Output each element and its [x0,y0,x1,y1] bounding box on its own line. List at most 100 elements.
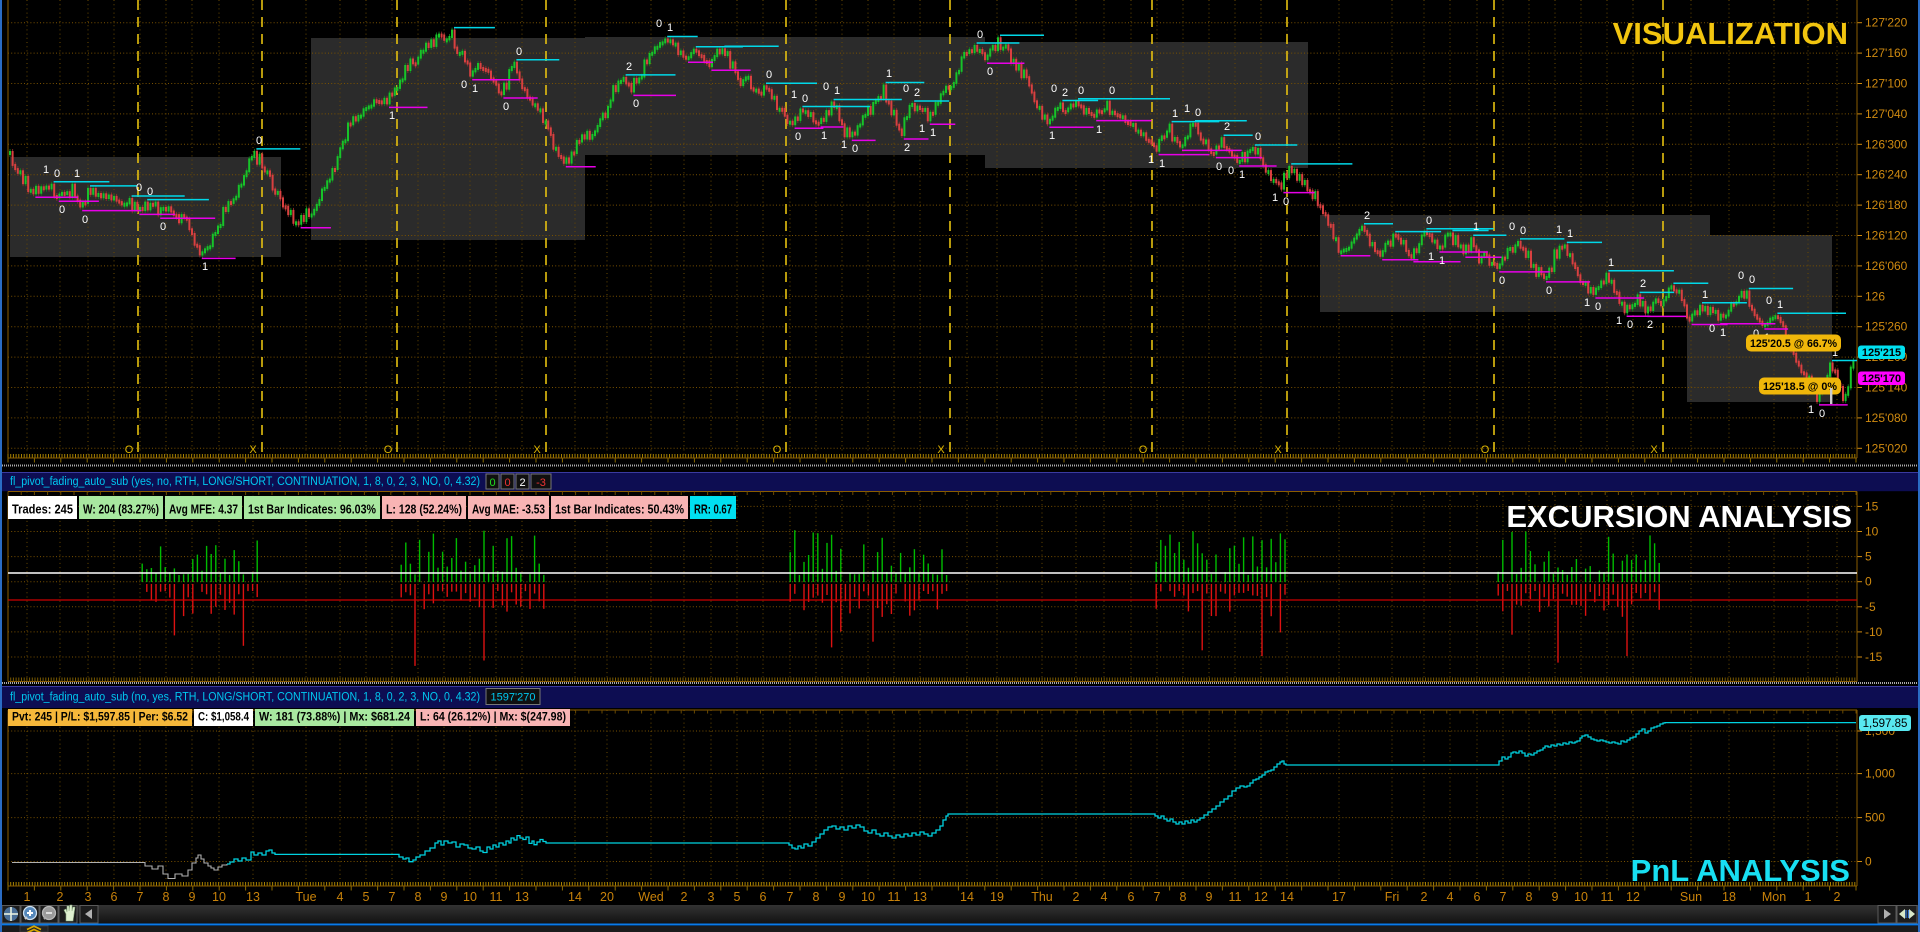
svg-text:2: 2 [626,61,632,73]
svg-text:1: 1 [821,130,827,142]
svg-text:1: 1 [1702,289,1708,301]
svg-text:0: 0 [256,135,262,147]
svg-text:W: 204 (83.27%): W: 204 (83.27%) [83,502,159,517]
svg-text:127'100: 127'100 [1865,77,1908,91]
svg-text:0: 0 [147,186,153,198]
svg-text:125'020: 125'020 [1865,441,1908,455]
svg-text:1: 1 [74,168,80,180]
svg-text:0: 0 [1216,161,1222,173]
svg-text:1: 1 [389,110,395,122]
svg-text:1st Bar Indicates: 96.03%: 1st Bar Indicates: 96.03% [248,502,376,517]
svg-text:2: 2 [681,890,688,904]
svg-text:126: 126 [1865,289,1885,303]
svg-text:0: 0 [823,81,829,93]
svg-text:1: 1 [1584,297,1590,309]
svg-text:1: 1 [841,139,847,151]
svg-text:0: 0 [489,477,495,489]
svg-text:2: 2 [1640,278,1646,290]
svg-text:11: 11 [490,890,503,904]
svg-text:6: 6 [1128,890,1135,904]
svg-text:0: 0 [461,79,467,91]
svg-text:1: 1 [202,261,208,273]
svg-text:11: 11 [1601,890,1614,904]
svg-text:9: 9 [189,890,196,904]
svg-text:7: 7 [137,890,144,904]
svg-text:1: 1 [930,127,936,139]
svg-text:10: 10 [212,890,226,904]
svg-text:9: 9 [441,890,448,904]
svg-text:7: 7 [389,890,396,904]
svg-text:Sun: Sun [1680,890,1702,904]
svg-text:14: 14 [568,890,582,904]
svg-text:1: 1 [24,890,31,904]
svg-text:0: 0 [903,83,909,95]
svg-text:125'20.5 @ 66.7%: 125'20.5 @ 66.7% [1750,338,1837,350]
svg-text:0: 0 [1546,285,1552,297]
svg-text:VISUALIZATION: VISUALIZATION [1613,16,1848,51]
svg-text:fl_pivot_fading_auto_sub (yes,: fl_pivot_fading_auto_sub (yes, no, RTH, … [10,476,480,488]
svg-text:2: 2 [1834,890,1841,904]
svg-text:0: 0 [1051,83,1057,95]
svg-text:2: 2 [519,477,525,489]
svg-text:PnL ANALYSIS: PnL ANALYSIS [1631,853,1850,888]
svg-text:0: 0 [1283,196,1289,208]
svg-text:1: 1 [1096,124,1102,136]
svg-text:Trades: 245: Trades: 245 [12,502,73,517]
svg-text:11: 11 [888,890,901,904]
svg-text:2: 2 [914,87,920,99]
svg-text:1: 1 [1805,890,1812,904]
svg-text:1: 1 [472,83,478,95]
svg-text:10: 10 [463,890,477,904]
svg-text:126'300: 126'300 [1865,137,1908,151]
svg-text:0: 0 [1819,408,1825,420]
svg-text:0: 0 [1195,107,1201,119]
svg-text:EXCURSION ANALYSIS: EXCURSION ANALYSIS [1506,499,1852,534]
svg-text:5: 5 [363,890,370,904]
svg-text:Avg MFE: 4.37: Avg MFE: 4.37 [169,502,238,517]
svg-text:0: 0 [795,131,801,143]
svg-text:125'080: 125'080 [1865,411,1908,425]
svg-text:0: 0 [1749,274,1755,286]
svg-text:5: 5 [734,890,741,904]
svg-text:1: 1 [667,22,673,34]
svg-text:1: 1 [1184,103,1190,115]
svg-text:7: 7 [1154,890,1161,904]
svg-text:-10: -10 [1865,625,1883,639]
svg-text:0: 0 [633,98,639,110]
svg-text:1: 1 [1159,158,1165,170]
svg-text:3: 3 [708,890,715,904]
svg-text:1st Bar Indicates: 50.43%: 1st Bar Indicates: 50.43% [555,502,684,517]
svg-text:2: 2 [1224,121,1230,133]
svg-text:1: 1 [1428,251,1434,263]
svg-text:6: 6 [760,890,767,904]
svg-text:L: 64 (26.12%) | Mx: $(247.98): L: 64 (26.12%) | Mx: $(247.98) [420,710,566,724]
svg-text:2: 2 [1647,319,1653,331]
svg-text:0: 0 [1766,295,1772,307]
svg-text:125'170: 125'170 [1862,373,1901,385]
svg-text:9: 9 [839,890,846,904]
svg-text:1: 1 [1567,228,1573,240]
svg-text:RR: 0.67: RR: 0.67 [694,502,732,517]
svg-text:500: 500 [1865,811,1885,825]
svg-text:10: 10 [1574,890,1588,904]
svg-text:1: 1 [1720,327,1726,339]
svg-text:1: 1 [886,68,892,80]
svg-text:9: 9 [1206,890,1213,904]
svg-text:126'180: 126'180 [1865,198,1908,212]
svg-text:1597'270: 1597'270 [491,692,536,704]
svg-text:0: 0 [1499,275,1505,287]
svg-text:X: X [1650,444,1658,456]
svg-text:1: 1 [1608,257,1614,269]
svg-text:6: 6 [1474,890,1481,904]
svg-text:L: 128 (52.24%): L: 128 (52.24%) [386,502,462,517]
svg-text:0: 0 [1865,575,1872,589]
svg-text:1: 1 [1473,221,1479,233]
svg-text:-15: -15 [1865,650,1883,664]
svg-text:1: 1 [1148,154,1154,166]
svg-text:13: 13 [913,890,927,904]
svg-text:7: 7 [1500,890,1507,904]
svg-text:0: 0 [1627,319,1633,331]
svg-text:1: 1 [43,164,49,176]
svg-text:8: 8 [1526,890,1533,904]
svg-text:0: 0 [160,221,166,233]
